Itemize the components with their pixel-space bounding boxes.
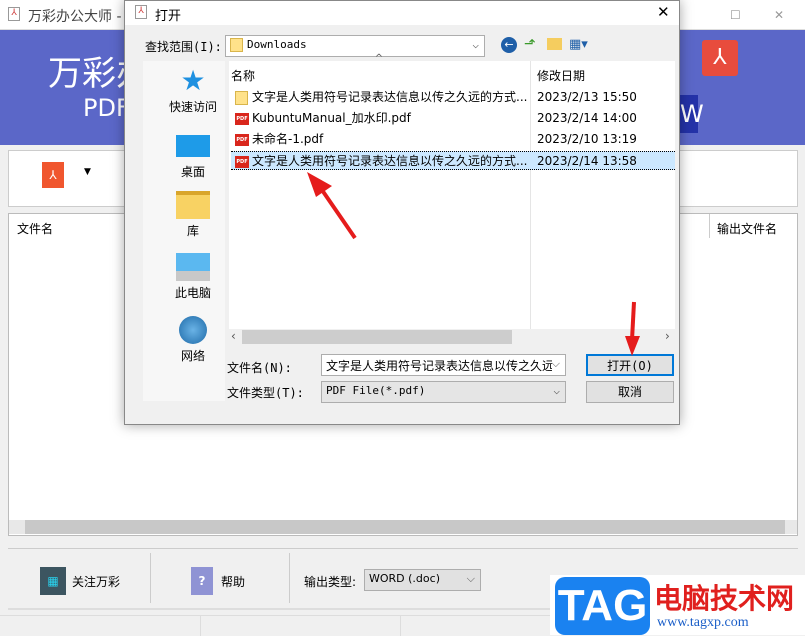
arrow-to-open-button [625,301,640,356]
arrow-to-selected-file [307,172,357,240]
annotation-arrows [307,172,640,356]
